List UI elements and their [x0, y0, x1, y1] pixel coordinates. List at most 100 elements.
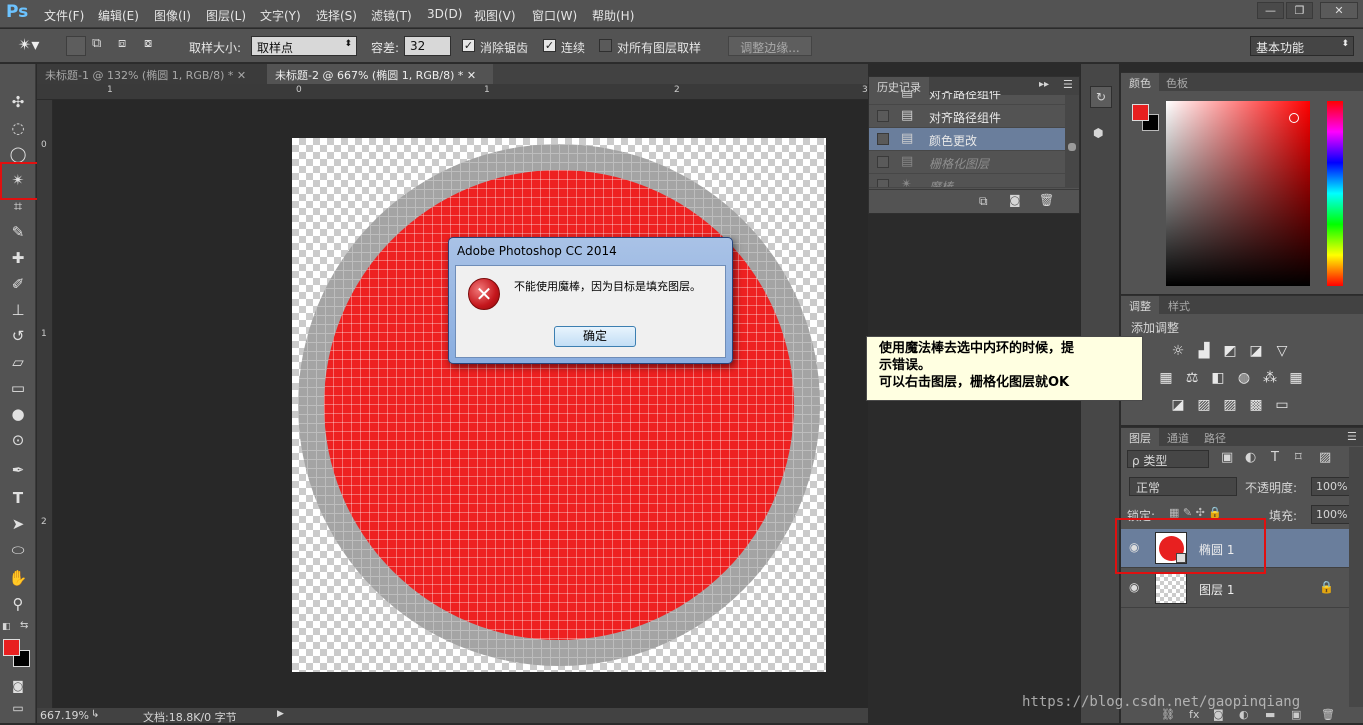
history-brush-icon[interactable]: ↺	[6, 325, 30, 347]
tab-styles[interactable]: 样式	[1168, 298, 1190, 314]
layers-scrollbar[interactable]	[1349, 447, 1363, 707]
color-field[interactable]	[1166, 101, 1310, 286]
trash-icon[interactable]: 🗑	[1039, 193, 1054, 207]
status-menu-arrow-icon[interactable]: ▶	[277, 709, 284, 719]
vibrance-icon[interactable]: ▽	[1273, 343, 1291, 359]
stamp-tool-icon[interactable]: ⊥	[6, 299, 30, 321]
refine-edge-button[interactable]: 调整边缘...	[728, 36, 812, 56]
menu-view[interactable]: 视图(V)	[474, 7, 516, 24]
move-tool-icon[interactable]: ✣	[6, 91, 30, 113]
history-item-disabled[interactable]: ✴ 魔棒	[869, 174, 1065, 188]
magic-wand-tool-icon[interactable]: ✴▾	[18, 35, 39, 54]
threshold-icon[interactable]: ▨	[1221, 397, 1239, 413]
swap-colors-icon[interactable]: ⇆	[20, 620, 28, 631]
tab-layers[interactable]: 图层	[1121, 428, 1159, 448]
tab-swatches[interactable]: 色板	[1166, 75, 1188, 91]
tab-doc-2[interactable]: 未标题-2 @ 667% (椭圆 1, RGB/8) * ✕	[267, 64, 493, 84]
filter-type-icon[interactable]: T	[1271, 450, 1279, 465]
delete-layer-icon[interactable]: 🗑	[1321, 708, 1335, 721]
3d-panel-icon[interactable]: ⬢	[1093, 126, 1103, 140]
quick-mask-icon[interactable]: ◙	[6, 675, 30, 697]
gradient-map-icon[interactable]: ▭	[1273, 397, 1291, 413]
history-item[interactable]: ▤ 对齐路径组件	[869, 91, 1065, 105]
gradient-tool-icon[interactable]: ▭	[6, 377, 30, 399]
close-tab-icon[interactable]: ✕	[237, 69, 246, 82]
menu-file[interactable]: 文件(F)	[44, 7, 84, 24]
hand-tool-icon[interactable]: ✋	[6, 567, 30, 589]
document-canvas[interactable]	[292, 138, 826, 672]
expand-icon[interactable]: ▸▸	[1039, 79, 1049, 90]
curves-icon[interactable]: ◩	[1221, 343, 1239, 359]
history-panel-icon[interactable]: ↻	[1090, 86, 1112, 108]
color-lookup-icon[interactable]: ▦	[1287, 370, 1305, 386]
filter-smart-icon[interactable]: ▨	[1319, 450, 1331, 465]
intersect-selection-icon[interactable]: ⧇	[144, 36, 164, 56]
menu-select[interactable]: 选择(S)	[316, 7, 357, 24]
posterize-icon[interactable]: ▨	[1195, 397, 1213, 413]
tab-doc-1[interactable]: 未标题-1 @ 132% (椭圆 1, RGB/8) * ✕	[37, 64, 267, 84]
photo-filter-icon[interactable]: ◍	[1235, 370, 1253, 386]
color-balance-icon[interactable]: ⚖	[1183, 370, 1201, 386]
invert-icon[interactable]: ◪	[1169, 397, 1187, 413]
exposure-icon[interactable]: ◪	[1247, 343, 1265, 359]
foreground-color-swatch[interactable]	[1132, 104, 1149, 121]
screen-mode-icon[interactable]: ▭	[6, 697, 30, 719]
zoom-level[interactable]: 667.19%	[40, 709, 89, 722]
export-icon[interactable]: ↳	[91, 709, 99, 720]
filter-pixel-icon[interactable]: ▣	[1221, 450, 1233, 465]
eyedropper-tool-icon[interactable]: ✎	[6, 221, 30, 243]
zoom-tool-icon[interactable]: ⚲	[6, 593, 30, 615]
sample-all-checkbox[interactable]	[599, 39, 612, 52]
antialias-checkbox[interactable]: ✓	[462, 39, 475, 52]
new-selection-icon[interactable]	[66, 36, 86, 56]
dodge-tool-icon[interactable]: ⊙	[6, 429, 30, 451]
contiguous-checkbox[interactable]: ✓	[543, 39, 556, 52]
eraser-tool-icon[interactable]: ▱	[6, 351, 30, 373]
tab-color[interactable]: 颜色	[1121, 73, 1159, 93]
tab-channels[interactable]: 通道	[1167, 430, 1189, 446]
panel-menu-icon[interactable]: ☰	[1063, 78, 1073, 91]
history-item-selected[interactable]: ▤ 颜色更改	[869, 128, 1065, 151]
type-tool-icon[interactable]: T	[6, 487, 30, 509]
blur-tool-icon[interactable]: ●	[6, 403, 30, 425]
hue-slider[interactable]	[1327, 101, 1343, 286]
menu-window[interactable]: 窗口(W)	[532, 7, 577, 24]
filter-shape-icon[interactable]: ⌑	[1295, 450, 1302, 465]
add-selection-icon[interactable]: ⧉	[92, 36, 112, 56]
foreground-color-swatch[interactable]	[3, 639, 20, 656]
menu-filter[interactable]: 滤镜(T)	[371, 7, 412, 24]
filter-adjustment-icon[interactable]: ◐	[1245, 450, 1256, 465]
close-window-button[interactable]: ✕	[1320, 2, 1358, 19]
healing-brush-icon[interactable]: ✚	[6, 247, 30, 269]
sample-size-select[interactable]: 取样点 ⬍	[251, 36, 357, 56]
restore-button[interactable]: ❐	[1286, 2, 1313, 19]
menu-help[interactable]: 帮助(H)	[592, 7, 634, 24]
pen-tool-icon[interactable]: ✒	[6, 459, 30, 481]
levels-icon[interactable]: ▟	[1195, 343, 1213, 359]
minimize-button[interactable]: —	[1257, 2, 1284, 19]
close-tab-icon[interactable]: ✕	[467, 69, 476, 82]
channel-mixer-icon[interactable]: ⁂	[1261, 370, 1279, 386]
history-scrollbar[interactable]	[1065, 95, 1079, 188]
history-item[interactable]: ▤ 对齐路径组件	[869, 105, 1065, 128]
marquee-tool-icon[interactable]: ◌	[6, 117, 30, 139]
menu-layer[interactable]: 图层(L)	[206, 7, 246, 24]
layer-row-layer1[interactable]: ◉ 图层 1 🔒	[1121, 569, 1349, 608]
panel-menu-icon[interactable]: ☰	[1347, 430, 1357, 443]
tab-adjustments[interactable]: 调整	[1121, 296, 1159, 316]
layer-filter-select[interactable]: ρ 类型	[1127, 450, 1209, 468]
brush-tool-icon[interactable]: ✐	[6, 273, 30, 295]
history-item-disabled[interactable]: ▤ 栅格化图层	[869, 151, 1065, 174]
hue-saturation-icon[interactable]: ▦	[1157, 370, 1175, 386]
default-colors-icon[interactable]: ◧	[2, 622, 11, 632]
path-select-icon[interactable]: ➤	[6, 513, 30, 535]
tolerance-input[interactable]: 32	[404, 36, 451, 56]
selective-color-icon[interactable]: ▩	[1247, 397, 1265, 413]
visibility-eye-icon[interactable]: ◉	[1129, 580, 1139, 594]
black-white-icon[interactable]: ◧	[1209, 370, 1227, 386]
subtract-selection-icon[interactable]: ⧈	[118, 36, 138, 56]
blend-mode-select[interactable]: 正常	[1129, 477, 1237, 496]
menu-image[interactable]: 图像(I)	[154, 7, 191, 24]
menu-3d[interactable]: 3D(D)	[427, 7, 462, 21]
ok-button[interactable]: 确定	[554, 326, 636, 347]
